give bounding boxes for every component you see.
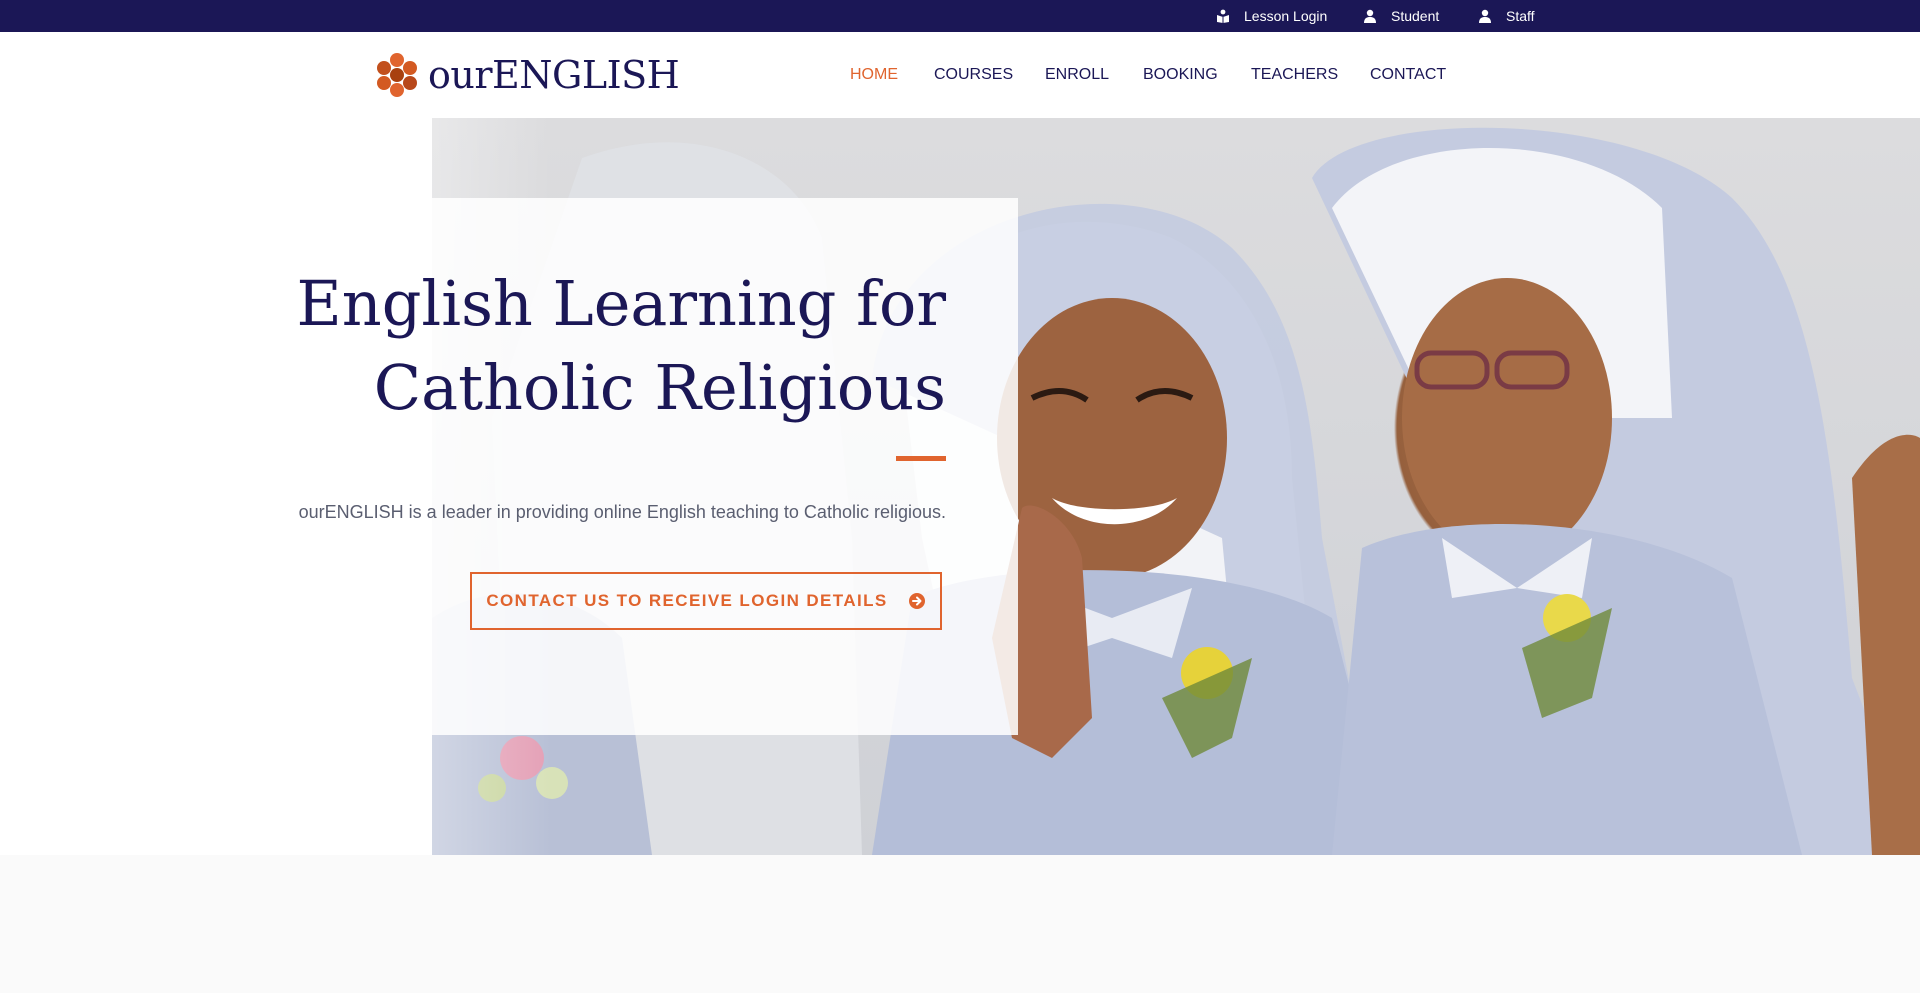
lesson-login-label: Lesson Login bbox=[1244, 8, 1328, 24]
staff-link[interactable]: Staff bbox=[1478, 0, 1535, 32]
nav-booking[interactable]: BOOKING bbox=[1143, 32, 1218, 118]
student-label: Student bbox=[1391, 8, 1440, 24]
honeycomb-logo-icon bbox=[374, 52, 420, 98]
title-accent-divider bbox=[896, 456, 946, 461]
nav-enroll[interactable]: ENROLL bbox=[1045, 32, 1109, 118]
user-icon bbox=[1478, 9, 1492, 23]
nav-home[interactable]: HOME bbox=[850, 32, 898, 118]
student-link[interactable]: Student bbox=[1363, 0, 1439, 32]
site-logo[interactable]: ourENGLISH bbox=[374, 52, 680, 98]
brand-name: ourENGLISH bbox=[428, 53, 680, 97]
lesson-login-link[interactable]: Lesson Login bbox=[1216, 0, 1327, 32]
user-icon bbox=[1363, 9, 1377, 23]
book-reader-icon bbox=[1216, 9, 1230, 23]
hero-subtitle: ourENGLISH is a leader in providing onli… bbox=[298, 502, 946, 522]
nav-teachers[interactable]: TEACHERS bbox=[1251, 32, 1338, 118]
cta-label: CONTACT US TO RECEIVE LOGIN DETAILS bbox=[486, 591, 888, 610]
staff-label: Staff bbox=[1506, 8, 1535, 24]
contact-login-details-button[interactable]: CONTACT US TO RECEIVE LOGIN DETAILS bbox=[470, 572, 942, 630]
top-utility-bar: Lesson Login Student Staff bbox=[0, 0, 1920, 32]
nav-contact[interactable]: CONTACT bbox=[1370, 32, 1446, 118]
hero-title: English Learning for Catholic Religious bbox=[296, 267, 946, 424]
nav-courses[interactable]: COURSES bbox=[934, 32, 1013, 118]
site-header: ourENGLISH HOME COURSES ENROLL BOOKING T… bbox=[0, 32, 1920, 118]
lower-section-background bbox=[0, 855, 1920, 993]
arrow-circle-right-icon bbox=[908, 592, 926, 610]
